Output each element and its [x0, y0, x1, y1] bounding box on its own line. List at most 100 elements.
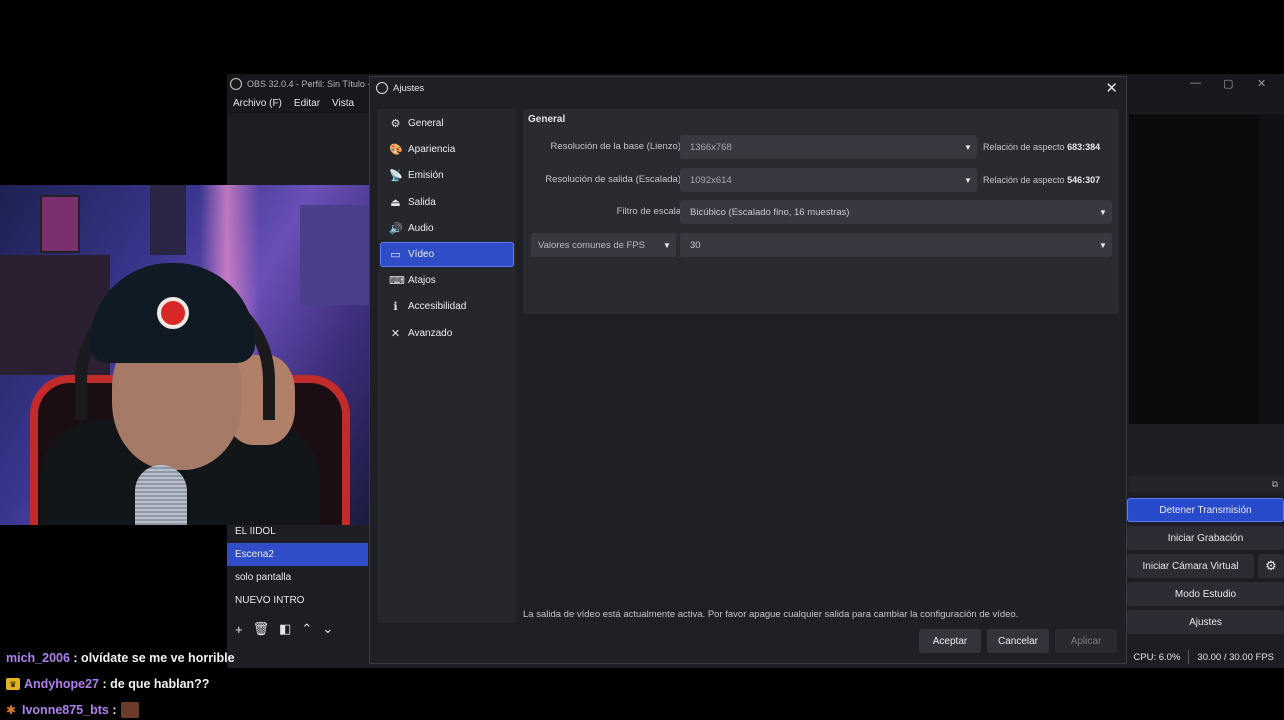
chat-overlay: mich_2006 : olvídate se me ve horrible ♛… — [6, 645, 386, 720]
controls-dock: Detener Transmisión Iniciar Grabación In… — [1127, 498, 1284, 638]
base-resolution-value: 1366x768 — [690, 141, 732, 153]
scene-toolbar: + 🗑 ◧ ⌃ ⌄ — [227, 618, 368, 640]
gear-icon: ⚙ — [390, 118, 401, 130]
settings-dialog: Ajustes ✕ ⚙ General 🎨 Apariencia 📡 Emisión … — [369, 76, 1127, 664]
sidebar-item-label: Avanzado — [408, 327, 453, 339]
obs-preview — [1129, 114, 1284, 424]
output-resolution-value: 1092x614 — [690, 174, 732, 186]
keyboard-icon: ⌨ — [389, 275, 405, 288]
sidebar-item-accesibilidad[interactable]: ℹ Accesibilidad — [380, 294, 514, 319]
chat-message: ✱ Ivonne875_bts : — [6, 697, 386, 720]
palette-icon: 🎨 — [389, 144, 403, 157]
chat-message: mich_2006 : olvídate se me ve horrible — [6, 645, 386, 671]
vcam-row: Iniciar Cámara Virtual ⚙ — [1127, 554, 1284, 578]
sidebar-item-avanzado[interactable]: ✕ Avanzado — [380, 321, 514, 346]
group-title: General — [528, 114, 566, 125]
sidebar-item-label: Atajos — [408, 275, 436, 287]
delete-scene-icon[interactable]: 🗑 — [253, 621, 270, 637]
sidebar-item-emision[interactable]: 📡 Emisión — [380, 163, 514, 188]
chat-text: : — [112, 703, 117, 717]
output-icon: ⏏ — [390, 196, 401, 209]
move-up-icon[interactable]: ⌃ — [301, 621, 312, 637]
menu-editar[interactable]: Editar — [294, 98, 320, 109]
cancel-button[interactable]: Cancelar — [987, 629, 1049, 653]
sidebar-item-label: Vídeo — [408, 248, 435, 260]
chevron-down-icon: ▼ — [1099, 240, 1107, 250]
sidebar-item-salida[interactable]: ⏏ Salida — [380, 190, 514, 215]
scale-filter-label: Filtro de escala — [616, 206, 681, 217]
minimize-icon[interactable]: — — [1190, 77, 1201, 89]
aspect-value: 546:307 — [1067, 175, 1101, 185]
sidebar-item-label: Salida — [408, 196, 436, 208]
chat-username: Andyhope27 — [24, 677, 100, 691]
settings-sidebar: ⚙ General 🎨 Apariencia 📡 Emisión ⏏ Salida 🔊 A… — [378, 109, 516, 623]
scene-item-selected[interactable]: Escena2 — [227, 543, 368, 566]
fps-readout: 30.00 / 30.00 FPS — [1197, 651, 1274, 663]
move-down-icon[interactable]: ⌄ — [322, 621, 333, 637]
dialog-buttons: Aceptar Cancelar Aplicar — [919, 629, 1117, 653]
sidebar-item-label: Emisión — [408, 170, 444, 182]
output-resolution-combo[interactable]: 1092x614 ▼ — [680, 168, 977, 192]
stop-stream-button[interactable]: Detener Transmisión — [1127, 498, 1284, 522]
sidebar-item-video[interactable]: ▭ Vídeo — [380, 241, 514, 267]
fps-value-combo[interactable]: 30 ▼ — [680, 233, 1112, 257]
monitor-icon: ▭ — [390, 248, 401, 261]
output-resolution-label: Resolución de salida (Escalada) — [545, 174, 681, 185]
chat-text: : de que hablan?? — [102, 677, 210, 691]
scale-filter-combo[interactable]: Bicúbico (Escalado fino, 16 muestras) ▼ — [680, 200, 1112, 224]
sidebar-item-apariencia[interactable]: 🎨 Apariencia — [380, 137, 514, 162]
output-resolution-row: Resolución de salida (Escalada) 1092x614… — [523, 168, 1119, 192]
chevron-down-icon: ▼ — [663, 240, 671, 250]
dialog-title: Ajustes — [393, 82, 425, 94]
aspect-label: Relación de aspecto — [983, 142, 1065, 152]
sidebar-item-label: Accesibilidad — [408, 301, 467, 313]
obs-logo-icon — [376, 82, 388, 94]
emote-image — [120, 702, 139, 718]
sidebar-item-label: Apariencia — [408, 144, 456, 156]
add-scene-icon[interactable]: + — [235, 622, 243, 637]
apply-button[interactable]: Aplicar — [1055, 629, 1117, 653]
sidebar-item-atajos[interactable]: ⌨ Atajos — [380, 268, 514, 293]
sidebar-item-general[interactable]: ⚙ General — [380, 111, 514, 136]
base-resolution-label: Resolución de la base (Lienzo) — [550, 141, 681, 152]
settings-button[interactable]: Ajustes — [1127, 610, 1284, 634]
dialog-close-icon[interactable]: ✕ — [1105, 79, 1118, 97]
start-vcam-button[interactable]: Iniciar Cámara Virtual — [1127, 554, 1254, 578]
broadcast-icon: 📡 — [389, 170, 403, 183]
dialog-titlebar: Ajustes ✕ — [370, 77, 1126, 99]
sidebar-item-audio[interactable]: 🔊 Audio — [380, 216, 514, 241]
vcam-settings-gear-icon[interactable]: ⚙ — [1258, 554, 1284, 578]
close-icon[interactable]: ✕ — [1257, 77, 1266, 90]
chevron-down-icon: ▼ — [1099, 207, 1107, 217]
fps-mode-value: Valores comunes de FPS — [538, 239, 646, 251]
sidebar-item-label: Audio — [408, 222, 434, 234]
output-aspect-ratio: Relación de aspecto 546:307 — [983, 175, 1100, 185]
base-resolution-row: Resolución de la base (Lienzo) 1366x768 … — [523, 135, 1119, 159]
chat-text: : olvídate se me ve horrible — [73, 651, 235, 665]
start-record-button[interactable]: Iniciar Grabación — [1127, 526, 1284, 550]
scene-item[interactable]: solo pantalla — [227, 566, 368, 589]
maximize-icon[interactable]: ▢ — [1223, 77, 1233, 90]
scene-item[interactable]: NUEVO INTRO — [227, 589, 368, 612]
crown-badge-icon: ♛ — [6, 678, 20, 690]
menu-archivo[interactable]: Archivo (F) — [233, 98, 282, 109]
menu-vista[interactable]: Vista — [332, 98, 354, 109]
video-general-group: General Resolución de la base (Lienzo) 1… — [523, 109, 1119, 314]
wrench-icon: ✕ — [390, 327, 401, 340]
aspect-value: 683:384 — [1067, 142, 1101, 152]
sidebar-item-label: General — [408, 118, 444, 129]
chevron-down-icon: ▼ — [964, 142, 972, 152]
accept-button[interactable]: Aceptar — [919, 629, 981, 653]
fps-row: Valores comunes de FPS ▼ 30 ▼ — [523, 233, 1119, 257]
filter-scene-icon[interactable]: ◧ — [279, 621, 291, 637]
cpu-usage: CPU: 6.0% — [1133, 651, 1181, 663]
studio-mode-button[interactable]: Modo Estudio — [1127, 582, 1284, 606]
aspect-label: Relación de aspecto — [983, 175, 1065, 185]
video-active-notice: La salida de vídeo está actualmente acti… — [523, 609, 1019, 620]
scale-filter-row: Filtro de escala Bicúbico (Escalado fino… — [523, 200, 1119, 224]
obs-statusbar: CPU: 6.0% 30.00 / 30.00 FPS — [1107, 646, 1284, 668]
obs-window-title: OBS 32.0.4 - Perfil: Sin Título - — [247, 79, 371, 89]
dock-float-icon[interactable]: ⧉ — [1272, 479, 1278, 490]
fps-mode-select[interactable]: Valores comunes de FPS ▼ — [531, 233, 676, 257]
base-resolution-combo[interactable]: 1366x768 ▼ — [680, 135, 977, 159]
